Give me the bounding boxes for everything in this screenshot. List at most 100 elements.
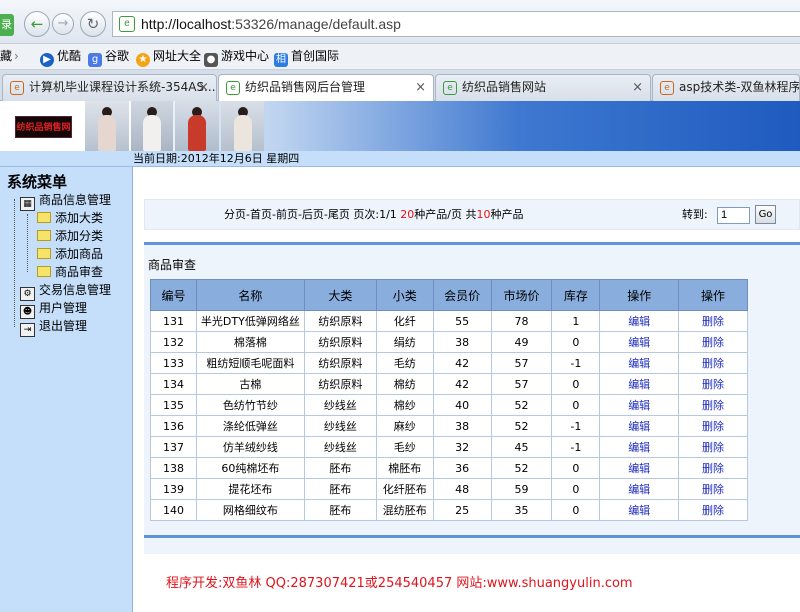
tab-close-icon[interactable]: × [415, 75, 426, 100]
forward-arrow-icon: → [57, 16, 69, 31]
table-cell: 纺织原料 [303, 331, 377, 353]
table-row: 134 古棉 纺织原料 棉纺 42 57 0 编辑 删除 [150, 373, 748, 395]
table-cell: 提花坯布 [195, 478, 305, 500]
table-cell: 137 [150, 436, 197, 458]
table-cell: 纺织原料 [303, 352, 377, 374]
table-cell: 57 [490, 373, 553, 395]
column-header: 小类 [375, 279, 434, 311]
table-cell: 粗纺短顺毛呢面料 [195, 352, 305, 374]
edit-link[interactable]: 编辑 [599, 478, 680, 500]
table-cell: 42 [432, 352, 492, 374]
table-cell: 化纤胚布 [375, 478, 434, 500]
edit-link[interactable]: 编辑 [599, 457, 680, 479]
main-content: 分页-首页-前页-后页-尾页 页次:1/1 20种产品/页 共10种产品 转到:… [134, 167, 800, 612]
edit-link[interactable]: 编辑 [599, 499, 680, 521]
sidebar-item-add-product[interactable]: 添加商品 [37, 246, 103, 262]
sidebar-item-logout[interactable]: ⇥ 退出管理 [20, 318, 87, 337]
table-cell: 纱线丝 [303, 436, 377, 458]
column-header: 操作 [599, 279, 680, 311]
login-side-tab[interactable]: 录 [0, 14, 14, 36]
table-cell: 纱线丝 [303, 394, 377, 416]
tab-asp-tech[interactable]: e asp技术类-双鱼林程序设 [652, 74, 800, 101]
delete-link[interactable]: 删除 [678, 394, 748, 416]
edit-link[interactable]: 编辑 [599, 415, 680, 437]
table-cell: -1 [551, 436, 601, 458]
forward-button[interactable]: → [52, 13, 74, 35]
table-cell: 毛纺 [375, 352, 434, 374]
delete-link[interactable]: 删除 [678, 499, 748, 521]
edit-link[interactable]: 编辑 [599, 373, 680, 395]
back-button[interactable]: ← [24, 11, 50, 37]
table-row: 139 提花坯布 胚布 化纤胚布 48 59 0 编辑 删除 [150, 478, 748, 500]
table-body: 131 半光DTY低弹网络丝 纺织原料 化纤 55 78 1 编辑 删除 132 棉落棉 纺织原料 绢纺… [150, 310, 748, 521]
chevron-icon: › [14, 49, 19, 63]
table-cell: 48 [432, 478, 492, 500]
delete-link[interactable]: 删除 [678, 310, 748, 332]
table-row: 132 棉落棉 纺织原料 绢纺 38 49 0 编辑 删除 [150, 331, 748, 353]
table-cell: 1 [551, 310, 601, 332]
go-button[interactable]: Go [755, 205, 776, 224]
column-header: 市场价 [490, 279, 553, 311]
table-cell: 网格细纹布 [195, 499, 305, 521]
edit-link[interactable]: 编辑 [599, 436, 680, 458]
delete-link[interactable]: 删除 [678, 457, 748, 479]
page-icon: e [119, 16, 135, 32]
tree-connector [14, 199, 15, 327]
table-cell: 色纺竹节纱 [195, 394, 305, 416]
sidebar-item-add-subcategory[interactable]: 添加分类 [37, 228, 103, 244]
site-logo: 纺织品销售网 [15, 116, 72, 138]
table-cell: 纺织原料 [303, 310, 377, 332]
table-cell: 化纤 [375, 310, 434, 332]
column-header: 名称 [195, 279, 305, 311]
table-cell: 131 [150, 310, 197, 332]
tab-close-icon[interactable]: × [632, 75, 643, 100]
bookmark-games[interactable]: ● 游戏中心 [204, 44, 269, 69]
goto-label: 转到: [682, 208, 708, 221]
tab-store[interactable]: e 纺织品销售网站 × [435, 74, 651, 101]
address-bar[interactable]: e http://localhost:53326/manage/default.… [112, 11, 800, 37]
url-path: :53326/manage/default.asp [231, 16, 401, 32]
bookmark-google[interactable]: g 谷歌 [88, 44, 129, 69]
transaction-icon: ⚙ [20, 287, 35, 301]
bookmark-shouchuang[interactable]: 相首创国际 [274, 44, 339, 69]
sidebar-item-product-management[interactable]: ▦ 商品信息管理 [20, 192, 111, 211]
edit-link[interactable]: 编辑 [599, 394, 680, 416]
table-cell: 混纺胚布 [375, 499, 434, 521]
edit-link[interactable]: 编辑 [599, 310, 680, 332]
sidebar-item-transaction-management[interactable]: ⚙ 交易信息管理 [20, 282, 111, 301]
sidebar-item-product-review[interactable]: 商品审查 [37, 264, 103, 280]
column-header: 库存 [551, 279, 601, 311]
goto-page-input[interactable]: 1 [717, 207, 750, 224]
refresh-button[interactable]: ↻ [80, 11, 106, 37]
table-cell: 棉落棉 [195, 331, 305, 353]
bookmark-youku[interactable]: ▶ 优酷 [40, 44, 81, 69]
folder-icon [37, 230, 51, 241]
delete-link[interactable]: 删除 [678, 478, 748, 500]
table-cell: 52 [490, 394, 553, 416]
table-cell: 0 [551, 394, 601, 416]
tab-course-design[interactable]: e 计算机毕业课程设计系统-354AS... × [2, 74, 217, 101]
delete-link[interactable]: 删除 [678, 331, 748, 353]
table-row: 133 粗纺短顺毛呢面料 纺织原料 毛纺 42 57 -1 编辑 删除 [150, 352, 748, 374]
sidebar-item-add-category[interactable]: 添加大类 [37, 210, 103, 226]
tab-admin[interactable]: e 纺织品销售网后台管理 × [218, 74, 434, 102]
sidebar-item-user-management[interactable]: ☻ 用户管理 [20, 300, 87, 319]
delete-link[interactable]: 删除 [678, 352, 748, 374]
sidebar: 系统菜单 ▦ 商品信息管理 添加大类 添加分类 添加商品 商品审查 ⚙ 交易信息管理… [0, 167, 133, 612]
delete-link[interactable]: 删除 [678, 436, 748, 458]
table-cell: 半光DTY低弹网络丝 [195, 310, 305, 332]
tab-close-icon[interactable]: × [198, 75, 209, 100]
folder-icon [37, 212, 51, 223]
bookmark-folder[interactable]: 藏 › [0, 44, 19, 69]
user-icon: ☻ [20, 305, 35, 319]
table-cell: 132 [150, 331, 197, 353]
table-cell: 绢纺 [375, 331, 434, 353]
delete-link[interactable]: 删除 [678, 415, 748, 437]
table-cell: 134 [150, 373, 197, 395]
delete-link[interactable]: 删除 [678, 373, 748, 395]
edit-link[interactable]: 编辑 [599, 331, 680, 353]
edit-link[interactable]: 编辑 [599, 352, 680, 374]
folder-icon [37, 248, 51, 259]
table-cell: 纺织原料 [303, 373, 377, 395]
bookmark-directory[interactable]: ★ 网址大全 [136, 44, 201, 69]
